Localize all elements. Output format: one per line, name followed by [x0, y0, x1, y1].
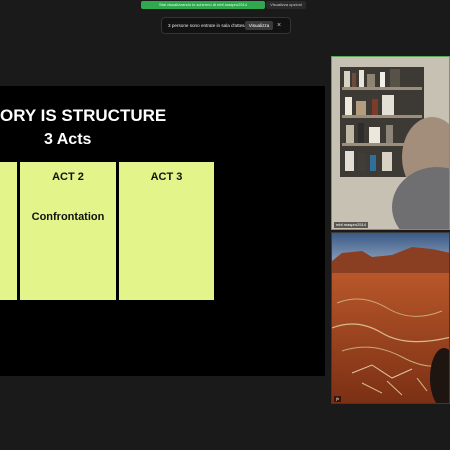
- view-options-button[interactable]: Visualizza opzioni: [266, 1, 306, 9]
- participant-video-tile[interactable]: mbf.maspro2514: [331, 56, 450, 230]
- shared-screen: ORY IS STRUCTURE 3 Acts ACT 2 Confrontat…: [0, 86, 325, 376]
- participant-video-tile[interactable]: jh: [331, 232, 450, 404]
- waiting-room-notification: 3 persone sono entrate in sala d'attesa …: [161, 17, 291, 34]
- participant-background-image: [332, 233, 449, 403]
- act-description: Confrontation: [31, 211, 105, 223]
- act-label: ACT 3: [150, 171, 183, 183]
- slide-subtitle: 3 Acts: [44, 131, 92, 148]
- waiting-room-message: 3 persone sono entrate in sala d'attesa: [168, 23, 248, 28]
- acts-table: ACT 2 Confrontation ACT 3: [0, 162, 214, 300]
- participant-video: [332, 57, 449, 229]
- slide-title: ORY IS STRUCTURE: [0, 106, 167, 125]
- act-3-card: ACT 3: [119, 162, 214, 300]
- close-icon[interactable]: ×: [277, 18, 281, 33]
- participant-name: jh: [334, 396, 342, 402]
- meeting-top-bar: Stai visualizzando lo schermo di mbf.mas…: [0, 0, 450, 10]
- view-waiting-room-button[interactable]: Visualizza: [245, 21, 273, 30]
- act-label: ACT 2: [52, 171, 84, 183]
- screen-share-indicator[interactable]: Stai visualizzando lo schermo di mbf.mas…: [141, 1, 265, 9]
- act-1-card: [0, 162, 17, 300]
- participant-name: mbf.maspro2514: [334, 222, 369, 228]
- act-2-card: ACT 2 Confrontation: [20, 162, 116, 300]
